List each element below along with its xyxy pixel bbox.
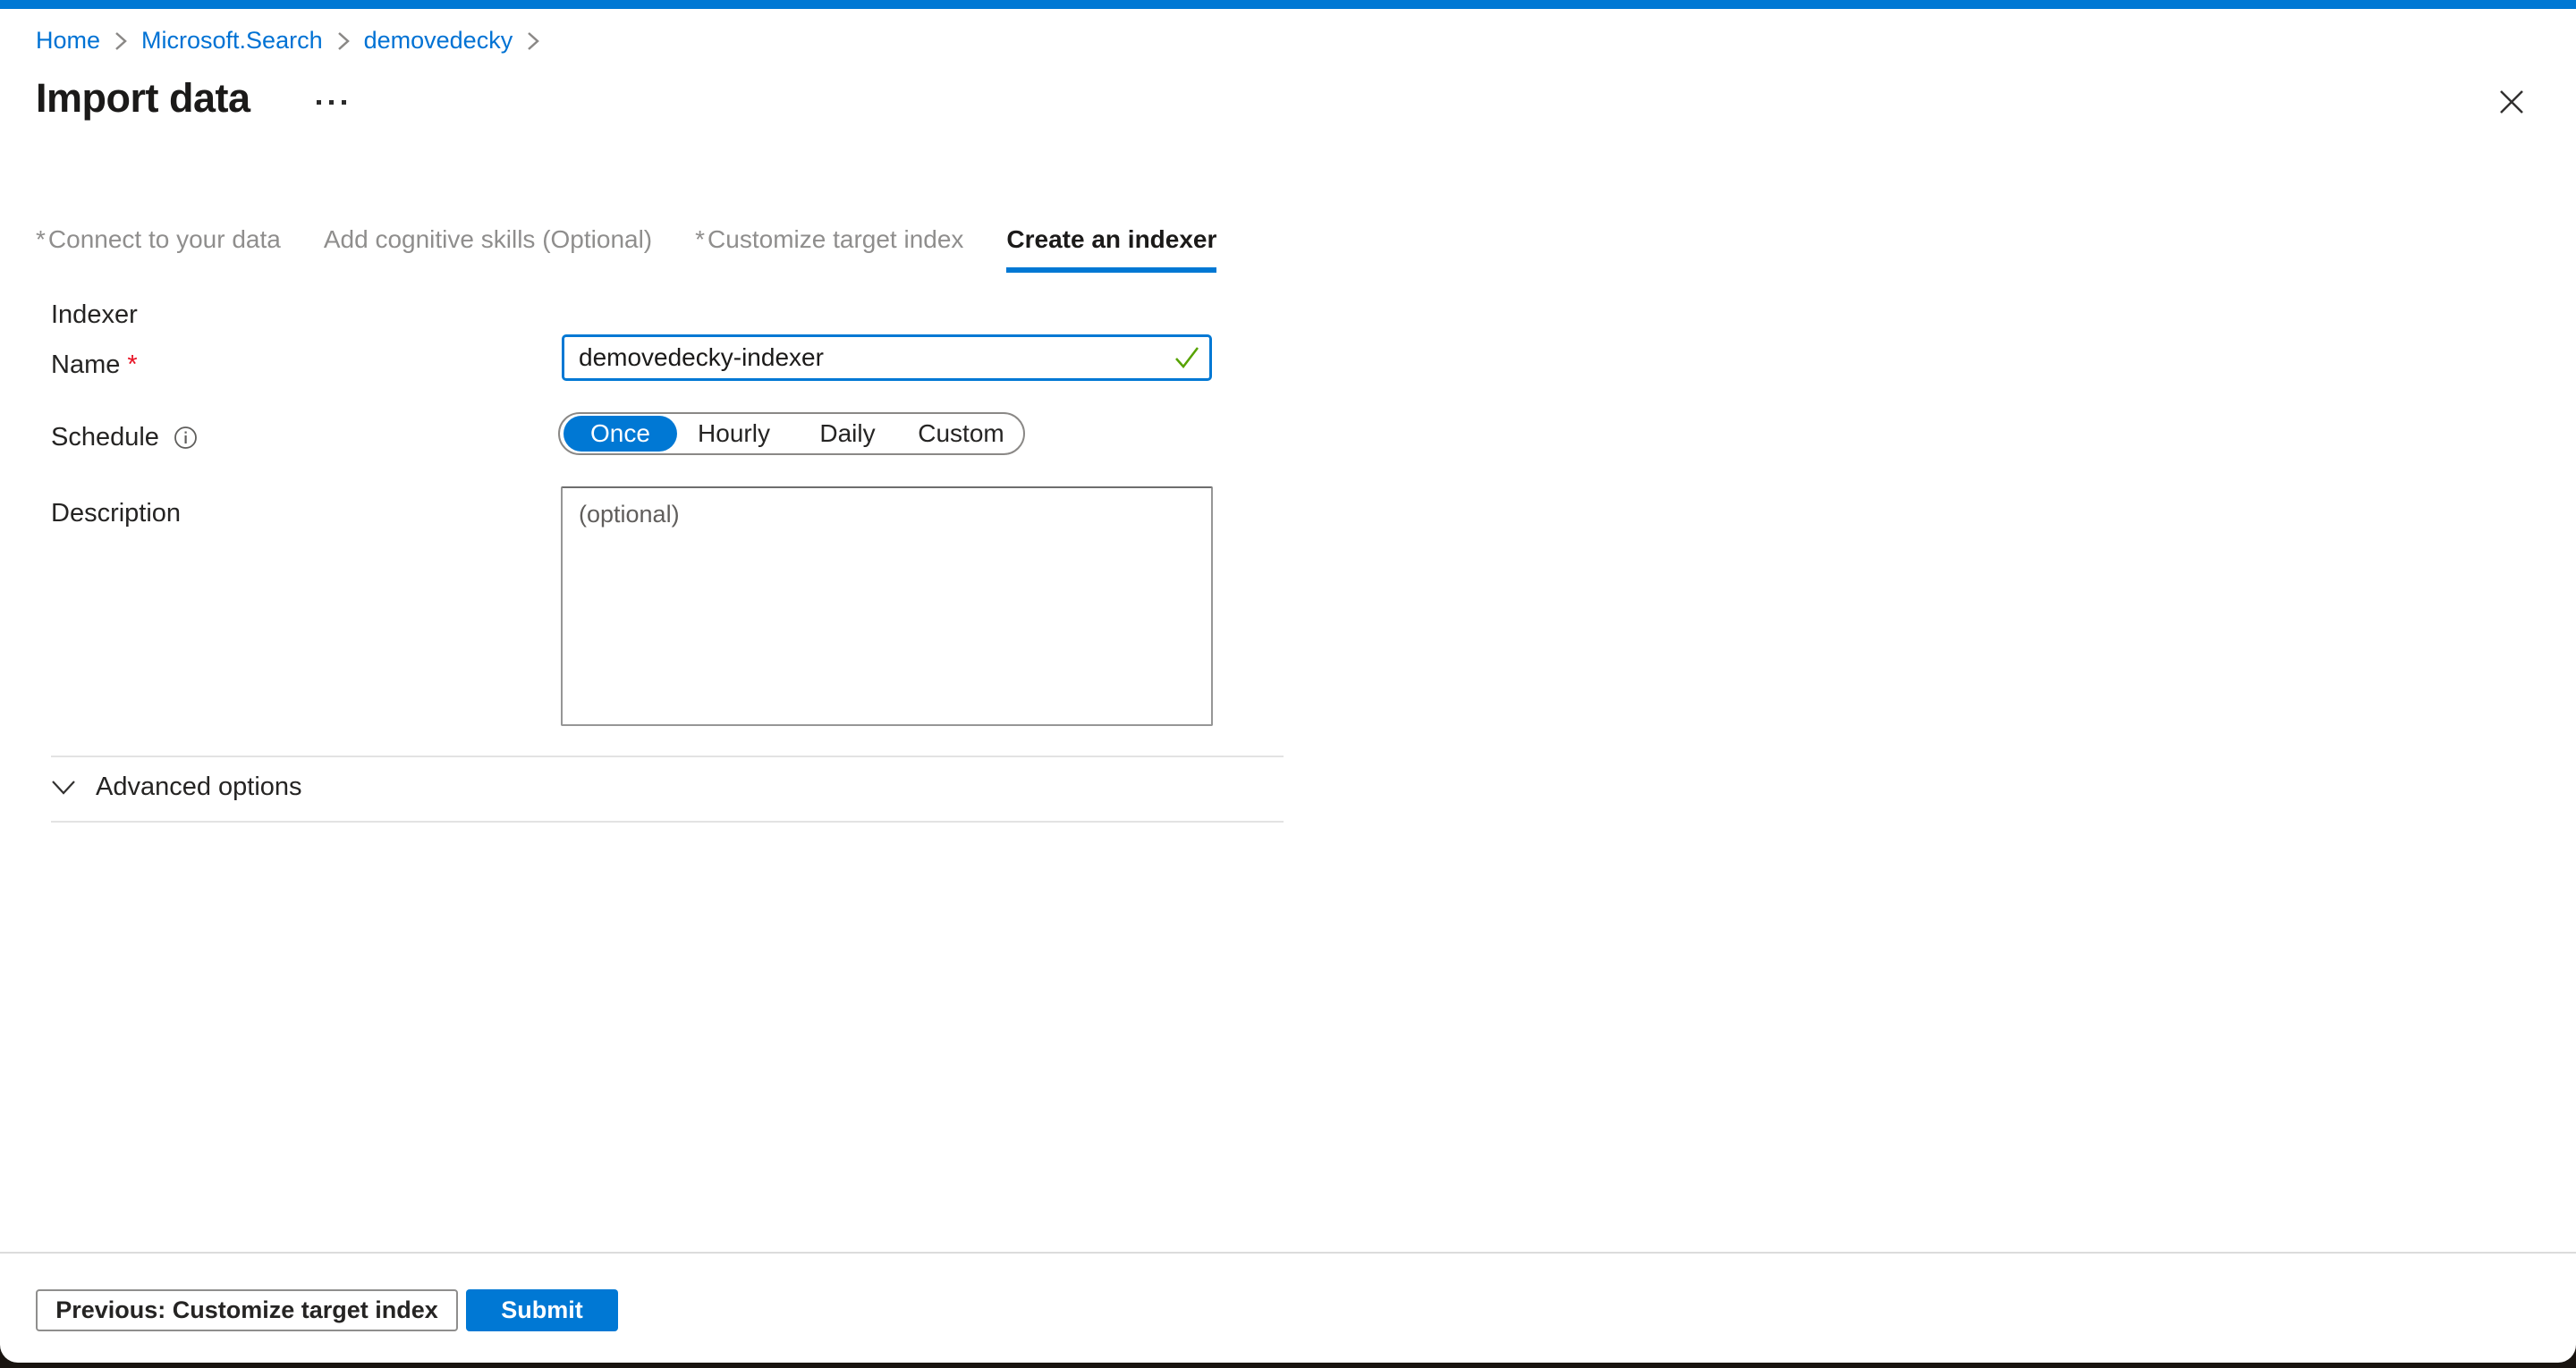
wizard-tabs: *Connect to your data Add cognitive skil…	[36, 225, 1216, 273]
tab-label: Connect to your data	[48, 225, 281, 253]
tab-customize-target-index[interactable]: *Customize target index	[695, 225, 963, 273]
advanced-options-label: Advanced options	[96, 773, 302, 802]
validation-check-icon	[1174, 346, 1199, 374]
breadcrumb: Home Microsoft.Search demovedecky	[36, 27, 539, 55]
info-icon[interactable]	[174, 426, 198, 450]
required-asterisk: *	[127, 350, 137, 379]
chevron-down-icon	[51, 780, 76, 796]
schedule-option-hourly[interactable]: Hourly	[677, 416, 791, 452]
divider	[51, 756, 1284, 757]
schedule-option-once[interactable]: Once	[564, 416, 677, 452]
more-options-icon[interactable]	[313, 97, 350, 108]
description-label: Description	[51, 499, 181, 528]
name-input[interactable]	[562, 334, 1212, 381]
chevron-right-icon	[337, 30, 350, 52]
breadcrumb-link-microsoft-search[interactable]: Microsoft.Search	[141, 27, 323, 55]
name-input-wrap	[562, 334, 1212, 381]
previous-button[interactable]: Previous: Customize target index	[36, 1289, 458, 1331]
import-data-blade: Home Microsoft.Search demovedecky Import…	[0, 0, 2576, 1363]
description-textarea[interactable]	[561, 486, 1213, 726]
page-title: Import data	[36, 75, 250, 122]
tab-label: Add cognitive skills (Optional)	[324, 225, 652, 253]
schedule-toggle: Once Hourly Daily Custom	[558, 412, 1025, 455]
screen: Home Microsoft.Search demovedecky Import…	[0, 0, 2576, 1368]
submit-button[interactable]: Submit	[466, 1289, 618, 1331]
schedule-label-row: Schedule	[51, 423, 198, 452]
tab-required-marker: *	[695, 225, 705, 253]
chevron-right-icon	[527, 30, 539, 52]
tab-label: Customize target index	[708, 225, 963, 253]
divider	[51, 821, 1284, 823]
schedule-option-daily[interactable]: Daily	[791, 416, 904, 452]
tab-required-marker: *	[36, 225, 46, 253]
tab-create-an-indexer[interactable]: Create an indexer	[1006, 225, 1216, 273]
portal-top-accent-bar	[0, 0, 2576, 9]
breadcrumb-link-home[interactable]: Home	[36, 27, 100, 55]
section-label-indexer: Indexer	[51, 300, 138, 330]
tab-connect-to-your-data[interactable]: *Connect to your data	[36, 225, 281, 273]
footer-divider	[0, 1252, 2576, 1254]
name-label: Name*	[51, 350, 138, 380]
tab-label: Create an indexer	[1006, 225, 1216, 253]
schedule-label: Schedule	[51, 423, 159, 452]
chevron-right-icon	[114, 30, 127, 52]
advanced-options-toggle[interactable]: Advanced options	[51, 773, 302, 802]
schedule-option-custom[interactable]: Custom	[904, 416, 1018, 452]
close-icon[interactable]	[2488, 79, 2535, 125]
breadcrumb-link-demovedecky[interactable]: demovedecky	[364, 27, 513, 55]
tab-add-cognitive-skills[interactable]: Add cognitive skills (Optional)	[324, 225, 652, 273]
